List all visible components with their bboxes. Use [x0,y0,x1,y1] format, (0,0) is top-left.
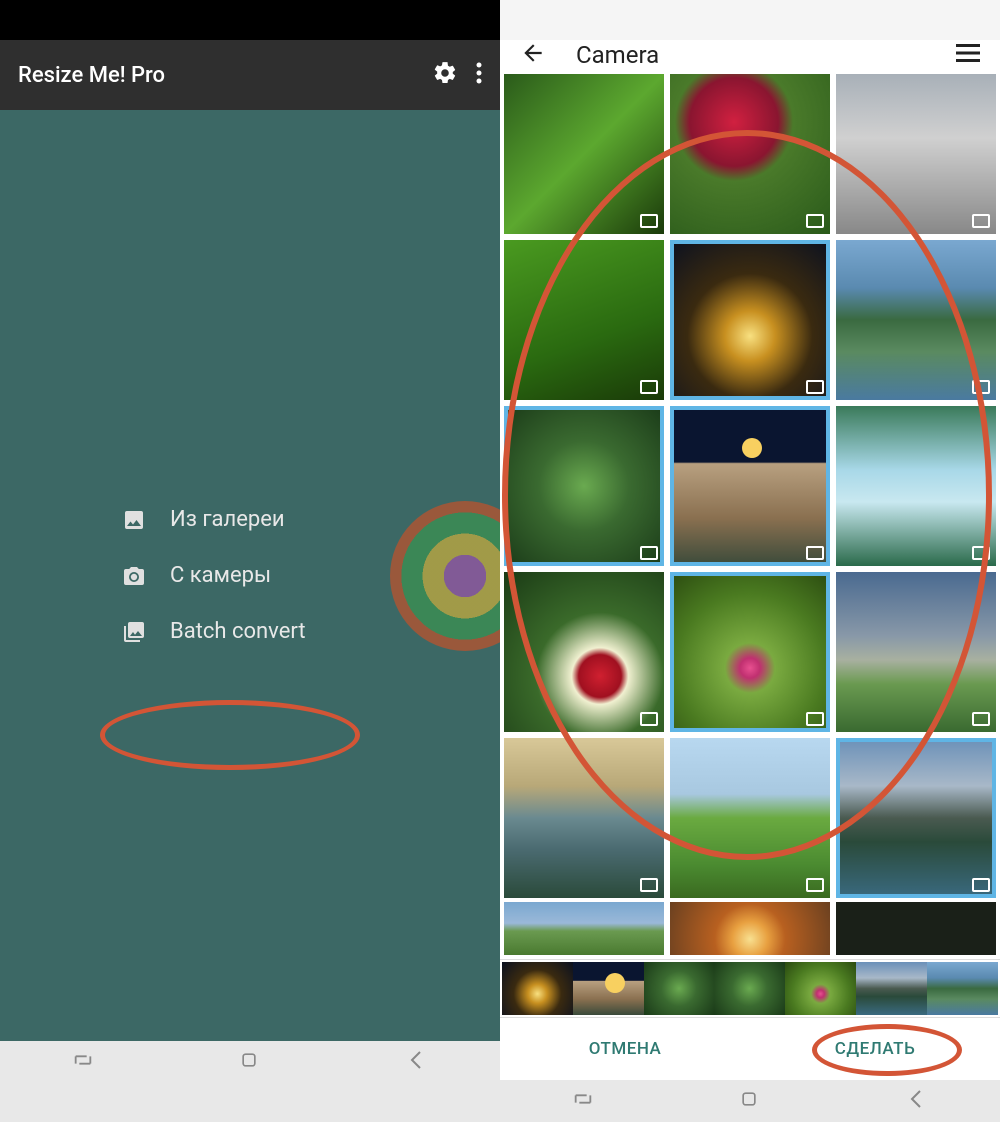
menu-from-camera[interactable]: С камеры [120,562,500,590]
selected-strip [500,959,1000,1018]
landscape-badge-icon [640,380,658,394]
back-arrow-icon[interactable] [520,40,546,70]
selected-mini-thumb[interactable] [856,962,927,1015]
overflow-menu-icon[interactable] [476,61,482,89]
menu-batch-convert[interactable]: Batch convert [120,618,500,646]
selected-mini-thumb[interactable] [502,962,573,1015]
landscape-badge-icon [640,214,658,228]
photo-thumb-leaf-plant[interactable] [504,406,664,566]
selected-mini-thumb[interactable] [644,962,715,1015]
photo-thumb-raspberry[interactable] [670,74,830,234]
back-button[interactable] [904,1087,928,1115]
photo-thumb-grey-wall[interactable] [836,74,996,234]
back-button[interactable] [404,1048,428,1076]
collections-icon [120,618,148,646]
recents-button[interactable] [572,1088,594,1114]
photo-thumb-mountain-lake[interactable] [836,738,996,898]
selected-mini-thumb[interactable] [714,962,785,1015]
done-button[interactable]: СДЕЛАТЬ [750,1018,1000,1080]
app-header: Resize Me! Pro [0,40,500,110]
photo-thumb-rainbow-field[interactable] [504,902,664,955]
photo-thumb-strawberries[interactable] [504,572,664,732]
photo-thumb-lake-forest[interactable] [836,240,996,400]
menu-label: Из галереи [170,507,285,532]
photo-thumb-field-flowers[interactable] [670,572,830,732]
home-button[interactable] [739,1089,759,1113]
status-bar [0,0,500,40]
landscape-badge-icon [640,546,658,560]
settings-icon[interactable] [432,60,458,90]
recents-button[interactable] [72,1049,94,1075]
main-body: Из галереи С камеры Batch convert [0,110,500,1041]
annotation-ellipse-batch [100,700,360,770]
photo-thumb-green-leaves[interactable] [504,240,664,400]
selected-mini-thumb[interactable] [927,962,998,1015]
menu-label: С камеры [170,563,271,588]
menu-label: Batch convert [170,619,306,644]
photo-thumb-grass-macro[interactable] [504,74,664,234]
photo-thumb-dark[interactable] [836,902,996,955]
landscape-badge-icon [972,712,990,726]
status-bar [500,0,1000,40]
image-icon [120,506,148,534]
photo-grid [500,70,1000,902]
photo-thumb-golf-path[interactable] [670,738,830,898]
landscape-badge-icon [972,546,990,560]
landscape-badge-icon [972,380,990,394]
main-menu: Из галереи С камеры Batch convert [0,478,500,674]
picker-header: Camera [500,40,1000,70]
photo-thumb-waterfall[interactable] [836,406,996,566]
camera-icon [120,562,148,590]
picker-actions: ОТМЕНА СДЕЛАТЬ [500,1018,1000,1080]
photo-grid-partial [500,898,1000,959]
photo-thumb-sunset[interactable] [670,902,830,955]
selected-mini-thumb[interactable] [573,962,644,1015]
picker-title: Camera [576,41,956,69]
landscape-badge-icon [972,214,990,228]
home-button[interactable] [239,1050,259,1074]
android-nav-bar [0,1041,500,1083]
app-title: Resize Me! Pro [18,63,414,88]
photo-thumb-lake-autumn[interactable] [504,738,664,898]
screen-main: Resize Me! Pro Из галереи [0,0,500,1083]
landscape-badge-icon [640,712,658,726]
landscape-badge-icon [806,712,824,726]
landscape-badge-icon [972,878,990,892]
landscape-badge-icon [806,546,824,560]
menu-from-gallery[interactable]: Из галереи [120,506,500,534]
photo-thumb-cloudy-meadow[interactable] [836,572,996,732]
android-nav-bar [500,1080,1000,1122]
menu-icon[interactable] [956,43,980,67]
selected-mini-thumb[interactable] [785,962,856,1015]
photo-thumb-night-tree[interactable] [670,240,830,400]
photo-thumb-moonrise[interactable] [670,406,830,566]
landscape-badge-icon [640,878,658,892]
landscape-badge-icon [806,380,824,394]
landscape-badge-icon [806,214,824,228]
landscape-badge-icon [806,878,824,892]
cancel-button[interactable]: ОТМЕНА [500,1018,750,1080]
screen-gallery-picker: Camera ОТМЕНА СДЕЛАТЬ [500,0,1000,1083]
